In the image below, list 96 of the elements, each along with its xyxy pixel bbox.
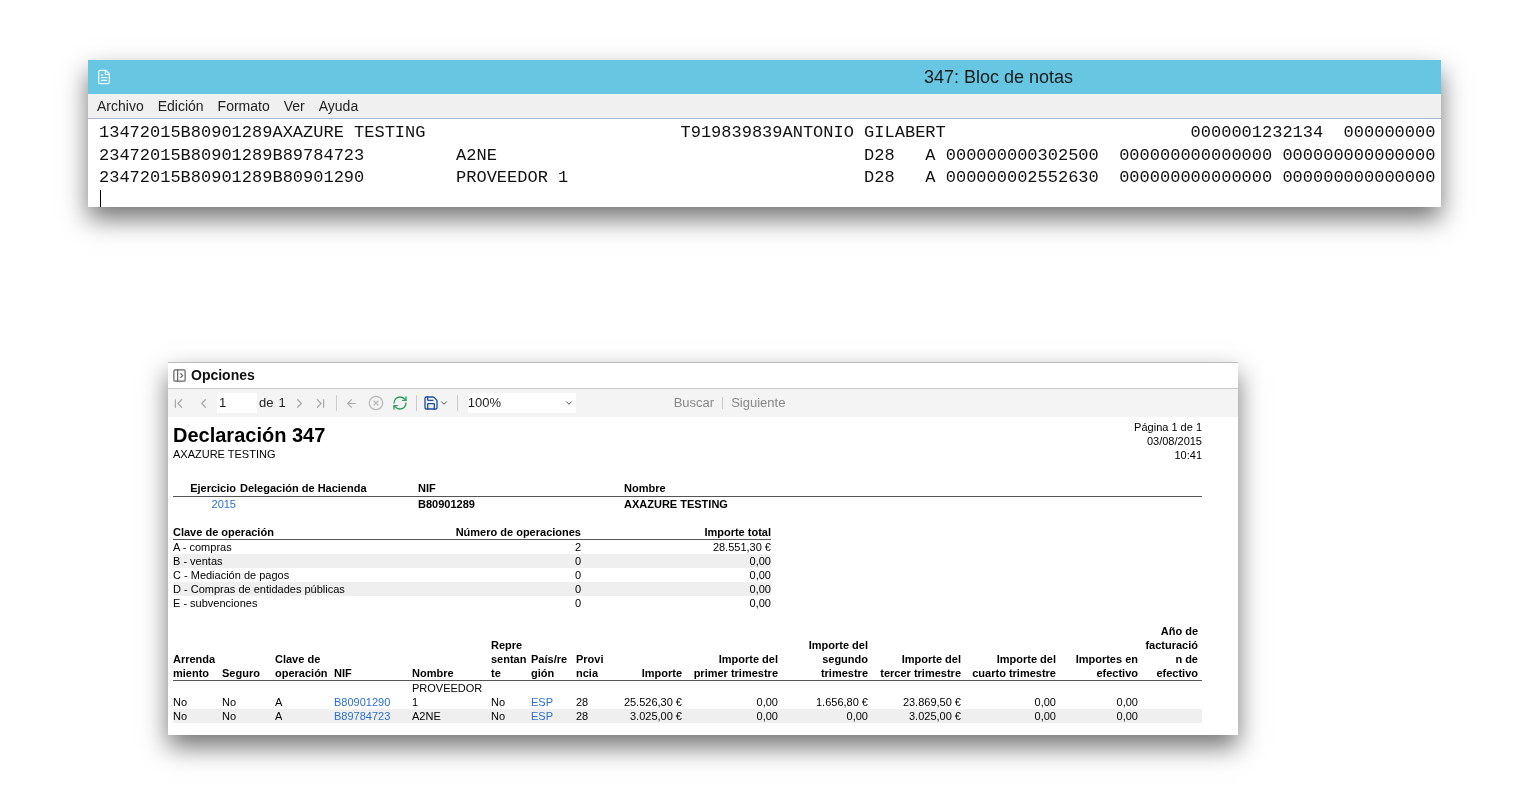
table-cell: No [222,696,237,708]
refresh-icon[interactable] [391,395,408,411]
table-cell: PROVEEDOR 1 [412,682,483,708]
panel-title: Opciones [191,366,255,385]
field-value: B80901289 [418,498,475,510]
column-header: Importe del cuarto trimestre [972,653,1056,679]
page-info: Página 1 de 1 [1134,420,1202,434]
table-cell: A [275,710,283,722]
column-header: NIF [334,667,352,679]
field-label: Ejercicio [189,481,237,495]
table-link[interactable]: ESP [531,710,553,722]
text-line: 13472015B80901289AXAZURE TESTING T919839839ANTONIO GILABERT 0000001232134 000000000 [99,122,1436,144]
table-cell: No [173,696,188,708]
column-header: Arrendamiento [173,653,216,679]
table-cell: No [173,710,188,722]
menu-item[interactable]: Archivo [97,95,144,117]
zoom-select[interactable]: 100% [467,393,576,413]
table-cell: 0,00 [1116,710,1138,722]
stop-icon[interactable] [367,395,384,411]
table-link[interactable]: ESP [531,696,553,708]
field-label: Nombre [624,481,667,495]
table-cell: 0,00 [749,569,771,581]
table-cell: D - Compras de entidades públicas [173,583,345,595]
table-cell: 0,00 [1034,710,1056,722]
field-value: 2015 [211,498,236,510]
window-title: 347: Bloc de notas [924,65,1074,89]
column-header: Clave de operación [275,653,328,679]
table-cell: E - subvenciones [173,597,258,609]
table-cell: 2 [574,541,581,553]
caret-icon[interactable] [438,398,449,408]
table-cell: 0 [574,555,581,567]
column-header: Nombre [412,667,454,679]
table-cell: 0,00 [756,710,778,722]
table-cell: C - Mediación de pagos [173,569,290,581]
column-header: Año de facturación de efectivo [1145,625,1198,679]
table-cell: 28 [576,710,589,722]
field-label: Delegación de Hacienda [240,481,368,495]
panel-toggle-icon[interactable] [172,368,187,383]
table-cell: 3.025,00 € [909,710,961,722]
field-value: AXAZURE TESTING [624,498,728,510]
table-cell: A [275,696,283,708]
column-header: Número de operaciones [455,526,581,538]
column-header: Importe total [704,526,771,538]
table-cell: No [491,710,506,722]
column-header: Seguro [222,667,260,679]
table-cell: No [491,696,506,708]
table-cell: 1.656,80 € [816,696,868,708]
table-cell: A2NE [412,710,441,722]
table-cell: 0 [574,583,581,595]
table-cell: 0 [574,597,581,609]
column-header: Importe del primer trimestre [693,653,778,679]
table-cell: No [222,710,237,722]
table-cell: 28 [576,696,589,708]
table-cell: 25.526,30 € [623,696,682,708]
table-link[interactable]: B80901290 [334,696,391,708]
table-cell: 0,00 [749,555,771,567]
table-cell: 3.025,00 € [630,710,682,722]
table-cell: B - ventas [173,555,223,567]
column-header: Importe del tercer trimestre [880,653,961,679]
table-cell: 0,00 [749,583,771,595]
company-name: AXAZURE TESTING [173,447,277,461]
column-header: Clave de operación [173,526,274,538]
column-header: Provincia [576,653,604,679]
table-link[interactable]: B89784723 [334,710,391,722]
menu-item[interactable]: Ver [283,95,305,117]
notepad-icon [96,68,112,86]
report-title: Declaración 347 [173,423,326,447]
table-cell: 0,00 [756,696,778,708]
table-cell: 0,00 [846,710,868,722]
column-header: Importe [641,667,682,679]
page-of-label: de [259,394,274,413]
text-line: 23472015B80901289B80901290 PROVEEDOR 1 D28 A 000000002552630 000000000000000 000000000000000 [99,167,1436,189]
menu-item[interactable]: Edición [157,95,204,117]
table-cell: 0,00 [749,597,771,609]
column-header: País/región [531,653,568,679]
menu-item[interactable]: Ayuda [318,95,359,117]
text-line: 23472015B80901289B89784723 A2NE D28 A 000000000302500 000000000000000 000000000000000 [99,144,1436,167]
back-icon[interactable] [344,396,358,410]
column-header: Representante [491,639,527,679]
table-cell: A - compras [173,541,232,553]
page-field[interactable]: 1 [217,393,257,413]
table-cell: 23.869,50 € [902,696,961,708]
total-pages: 1 [278,394,286,413]
caret-icon [563,398,574,408]
report-date: 03/08/2015 [1146,434,1202,448]
save-icon[interactable] [422,395,439,411]
field-label: NIF [418,481,437,495]
column-header: Importe del segundo trimestre [808,639,868,679]
table-cell: 0 [574,569,581,581]
report-time: 10:41 [1174,448,1202,462]
table-cell: 0,00 [1116,696,1138,708]
column-header: Importes en efectivo [1075,653,1138,679]
menu-item[interactable]: Formato [217,95,270,117]
table-cell: 0,00 [1034,696,1056,708]
table-cell: 28.551,30 € [712,541,771,553]
text-cursor [100,189,101,207]
